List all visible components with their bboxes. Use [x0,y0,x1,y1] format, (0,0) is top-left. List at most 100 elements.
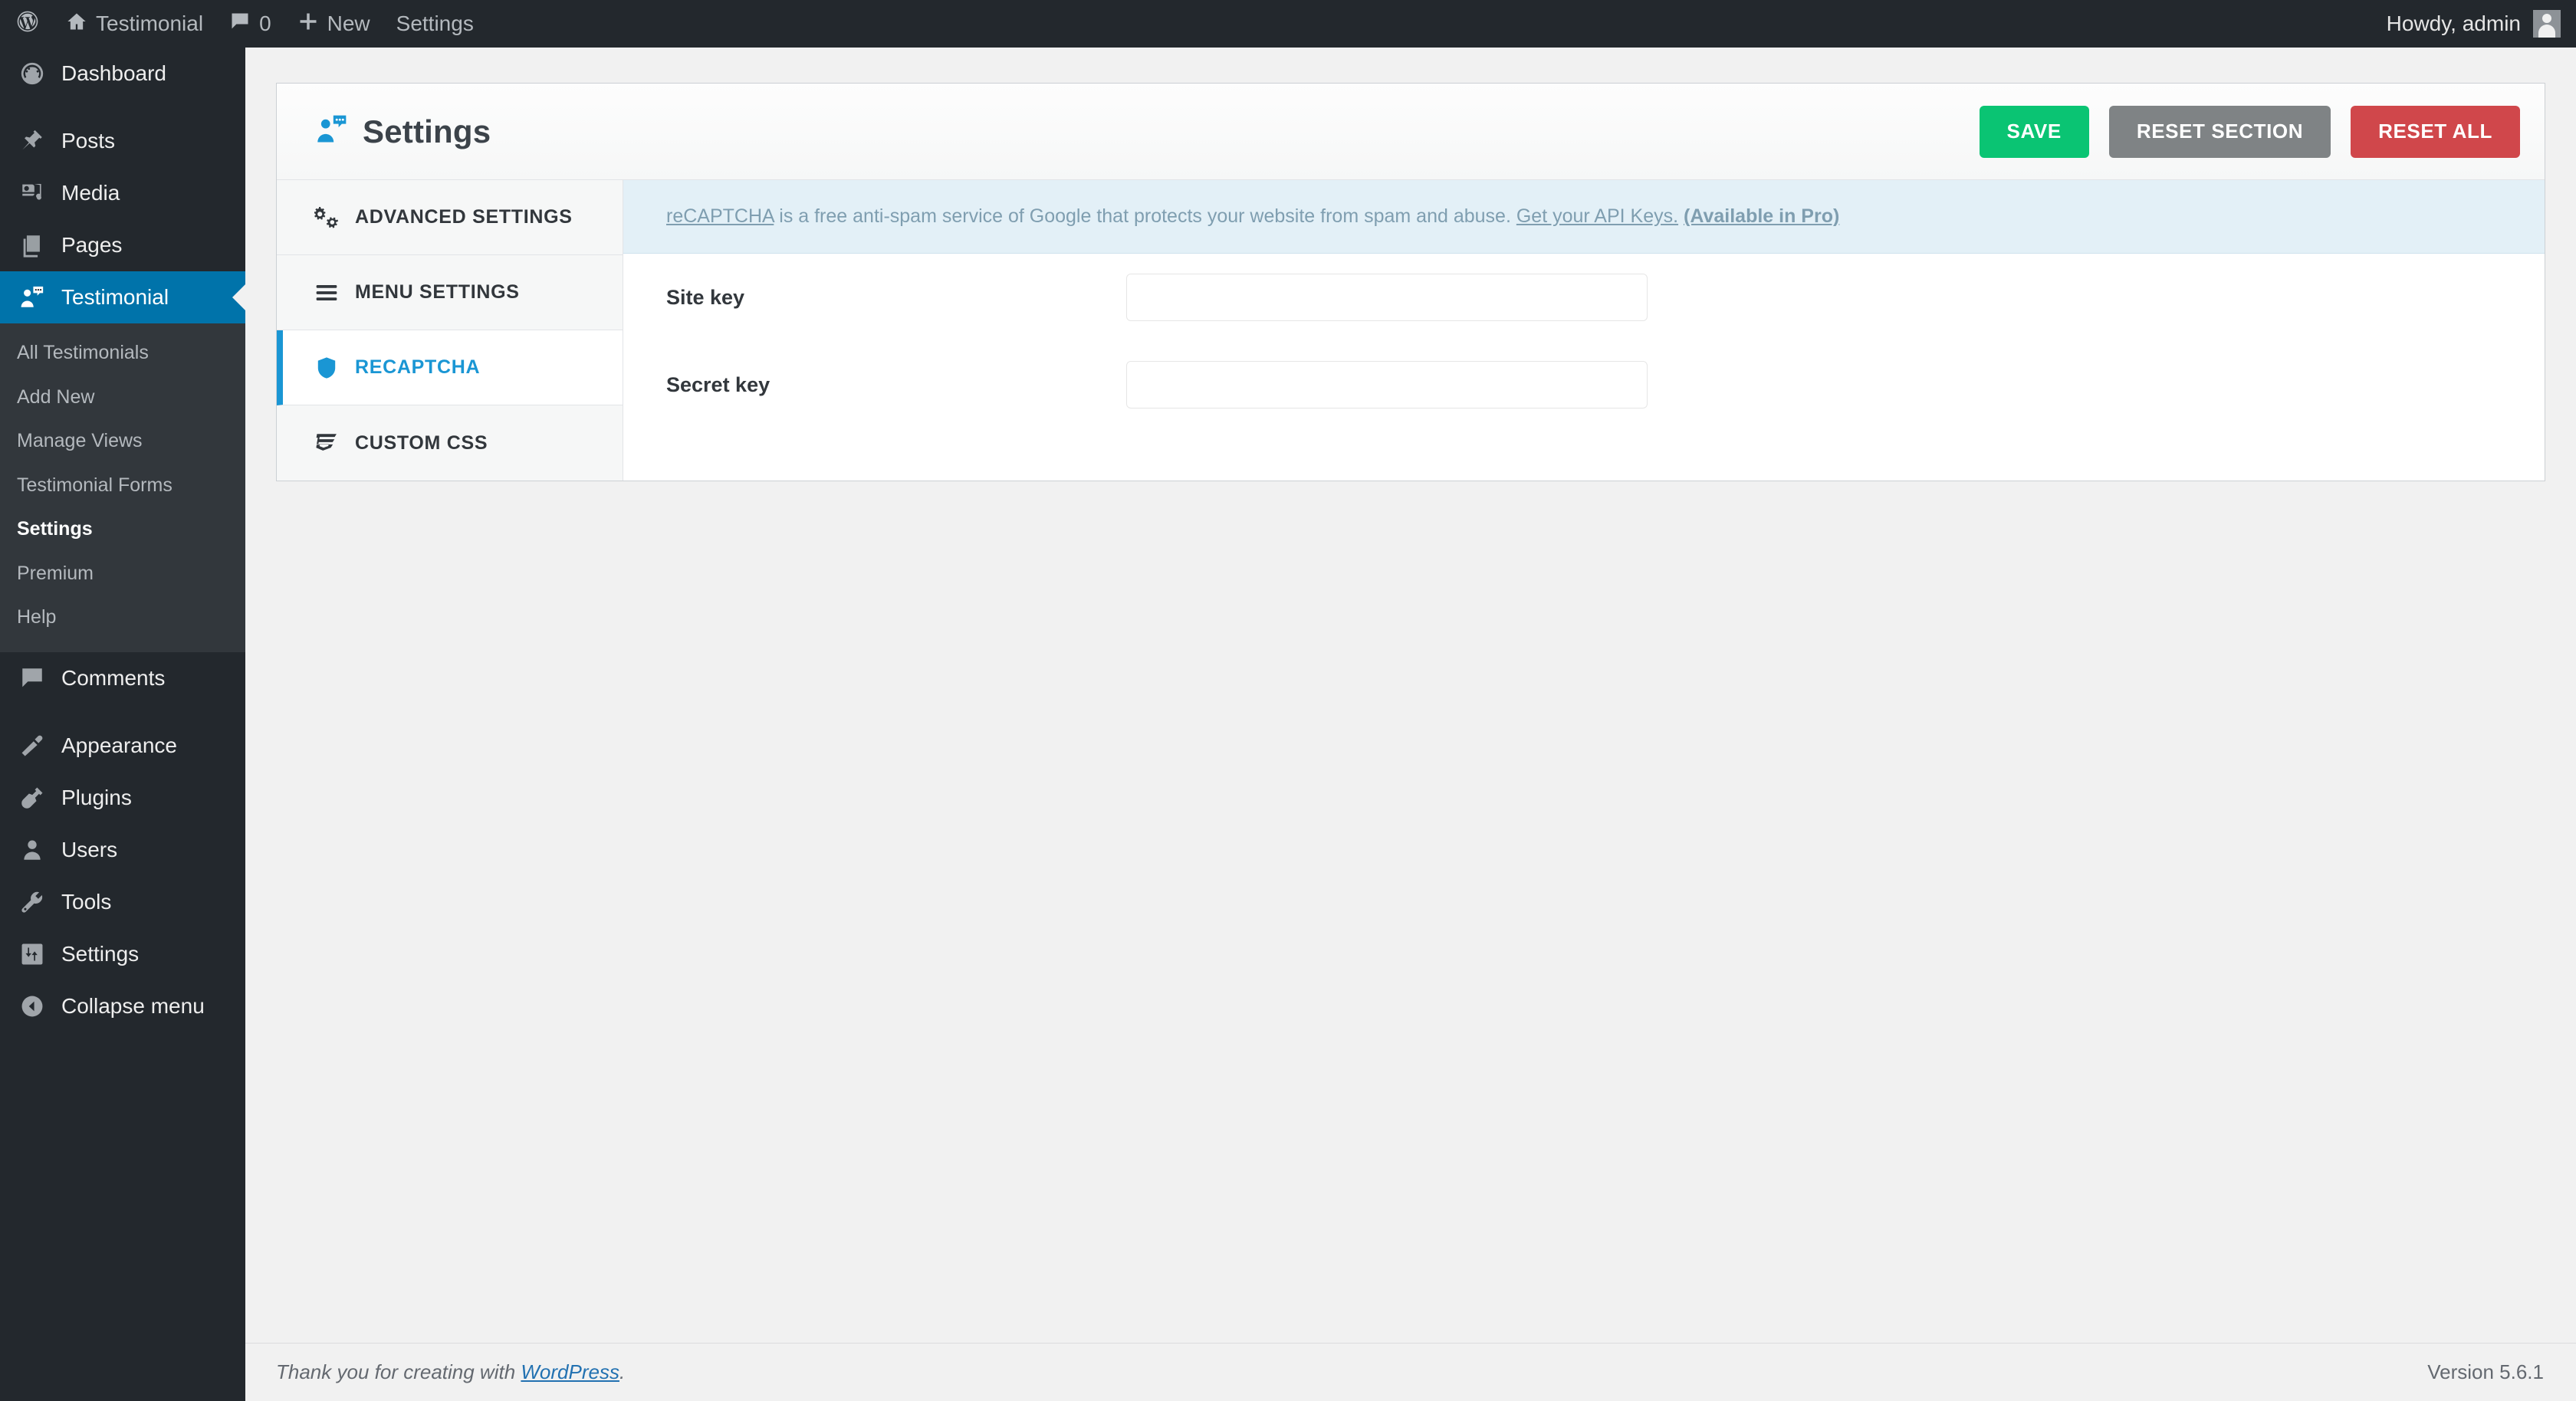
adminbar-settings-label: Settings [396,11,474,35]
secret-key-input[interactable] [1126,361,1648,408]
footer-thanks: Thank you for creating with WordPress. [276,1360,625,1384]
tab-custom-css[interactable]: CUSTOM CSS [277,405,623,481]
adminbar-wp-logo[interactable] [0,0,53,48]
footer-thanks-prefix: Thank you for creating with [276,1360,521,1383]
sidebar-item-label: Collapse menu [61,993,205,1018]
get-api-keys-link[interactable]: Get your API Keys. [1516,205,1678,227]
sidebar-subitem-all-testimonials[interactable]: All Testimonials [0,331,245,376]
pages-stack-icon [17,230,48,261]
available-in-pro-link[interactable]: (Available in Pro) [1684,205,1839,227]
page-title-wrap: Settings [315,113,491,150]
sidebar-submenu-testimonial: All Testimonials Add New Manage Views Te… [0,323,245,652]
recaptcha-panel: reCAPTCHA is a free anti-spam service of… [623,180,2545,481]
sidebar-item-testimonial[interactable]: Testimonial [0,271,245,323]
tab-label: ADVANCED SETTINGS [355,206,573,228]
tab-menu-settings[interactable]: MENU SETTINGS [277,255,623,330]
sidebar-subitem-help[interactable]: Help [0,596,245,640]
adminbar-site-name[interactable]: Testimonial [53,0,216,48]
collapse-arrow-icon [17,991,48,1022]
wrench-icon [17,887,48,917]
sidebar-item-comments[interactable]: Comments [0,652,245,704]
sidebar-item-label: Testimonial [61,285,169,309]
admin-sidebar: Dashboard Posts Media Pages Testimonial … [0,48,245,1401]
sidebar-item-label: Dashboard [61,61,166,85]
site-key-label: Site key [666,285,745,309]
recaptcha-link[interactable]: reCAPTCHA [666,205,774,227]
sidebar-item-label: Settings [61,941,140,966]
sidebar-subitem-settings[interactable]: Settings [0,507,245,552]
sidebar-item-label: Tools [61,889,112,914]
sidebar-item-users[interactable]: Users [0,824,245,876]
css3-logo-icon [314,430,340,456]
site-key-input[interactable] [1126,274,1648,321]
comment-bubble-icon [17,663,48,694]
adminbar-account[interactable]: Howdy, admin [2387,10,2576,38]
sliders-icon [17,939,48,970]
user-icon [17,835,48,865]
tab-label: RECAPTCHA [355,356,481,378]
wordpress-logo-icon [15,9,40,39]
sidebar-item-plugins[interactable]: Plugins [0,772,245,824]
gears-icon [314,205,340,231]
reset-section-button[interactable]: RESET SECTION [2108,105,2331,158]
adminbar-comments-count: 0 [259,11,271,35]
sidebar-item-media[interactable]: Media [0,167,245,219]
paintbrush-icon [17,730,48,761]
avatar [2533,10,2561,38]
sidebar-subitem-manage-views[interactable]: Manage Views [0,419,245,464]
sidebar-item-label: Plugins [61,785,132,809]
sidebar-item-collapse-menu[interactable]: Collapse menu [0,980,245,1032]
header-actions: SAVE RESET SECTION RESET ALL [1979,105,2520,158]
comment-bubble-icon [229,11,251,38]
footer-thanks-suffix: . [619,1360,626,1383]
adminbar-new-content[interactable]: New [284,0,383,48]
admin-bar: Testimonial 0 New Settings Howdy, admin [0,0,2576,48]
settings-card-header: Settings SAVE RESET SECTION RESET ALL [277,84,2545,180]
sidebar-item-label: Appearance [61,733,178,757]
settings-card: Settings SAVE RESET SECTION RESET ALL AD… [276,83,2545,481]
secret-key-row: Secret key [623,341,2545,428]
sidebar-item-label: Users [61,837,118,861]
site-key-row: Site key [623,254,2545,341]
dashboard-gauge-icon [17,58,48,89]
save-button[interactable]: SAVE [1979,105,2089,158]
sidebar-item-appearance[interactable]: Appearance [0,720,245,772]
sidebar-item-label: Pages [61,233,123,257]
shield-icon [314,355,340,381]
sidebar-item-settings[interactable]: Settings [0,928,245,980]
secret-key-label: Secret key [666,372,770,396]
admin-footer: Thank you for creating with WordPress. V… [245,1343,2576,1401]
adminbar-howdy-label: Howdy, admin [2386,11,2521,35]
testimonial-person-bubble-icon [315,113,349,150]
sidebar-subitem-premium[interactable]: Premium [0,552,245,596]
sidebar-subitem-add-new[interactable]: Add New [0,376,245,420]
adminbar-new-label: New [327,11,370,35]
sidebar-subitem-testimonial-forms[interactable]: Testimonial Forms [0,464,245,508]
sidebar-item-dashboard[interactable]: Dashboard [0,48,245,100]
settings-tabs: ADVANCED SETTINGS MENU SETTINGS RECAPTCH… [277,180,623,481]
reset-all-button[interactable]: RESET ALL [2351,105,2520,158]
adminbar-comments[interactable]: 0 [216,0,284,48]
notice-separator [1678,205,1684,227]
tab-label: CUSTOM CSS [355,431,488,454]
adminbar-site-name-label: Testimonial [96,11,204,35]
tab-recaptcha[interactable]: RECAPTCHA [277,330,623,405]
panel-bottom-spacer [623,428,2545,468]
sidebar-item-tools[interactable]: Tools [0,876,245,928]
recaptcha-notice: reCAPTCHA is a free anti-spam service of… [623,180,2545,254]
tab-advanced-settings[interactable]: ADVANCED SETTINGS [277,180,623,255]
plus-icon [297,11,319,38]
main-content: Settings SAVE RESET SECTION RESET ALL AD… [245,48,2576,1401]
adminbar-settings[interactable]: Settings [383,0,487,48]
wordpress-link[interactable]: WordPress [521,1360,619,1383]
sidebar-item-label: Comments [61,665,166,690]
footer-version: Version 5.6.1 [2427,1360,2544,1383]
sidebar-item-label: Posts [61,129,116,153]
notice-text: is a free anti-spam service of Google th… [774,205,1516,227]
hamburger-menu-icon [314,280,340,306]
sidebar-item-pages[interactable]: Pages [0,219,245,271]
sidebar-item-posts[interactable]: Posts [0,115,245,167]
settings-card-body: ADVANCED SETTINGS MENU SETTINGS RECAPTCH… [277,180,2545,481]
page-title: Settings [363,113,491,149]
pushpin-icon [17,126,48,156]
